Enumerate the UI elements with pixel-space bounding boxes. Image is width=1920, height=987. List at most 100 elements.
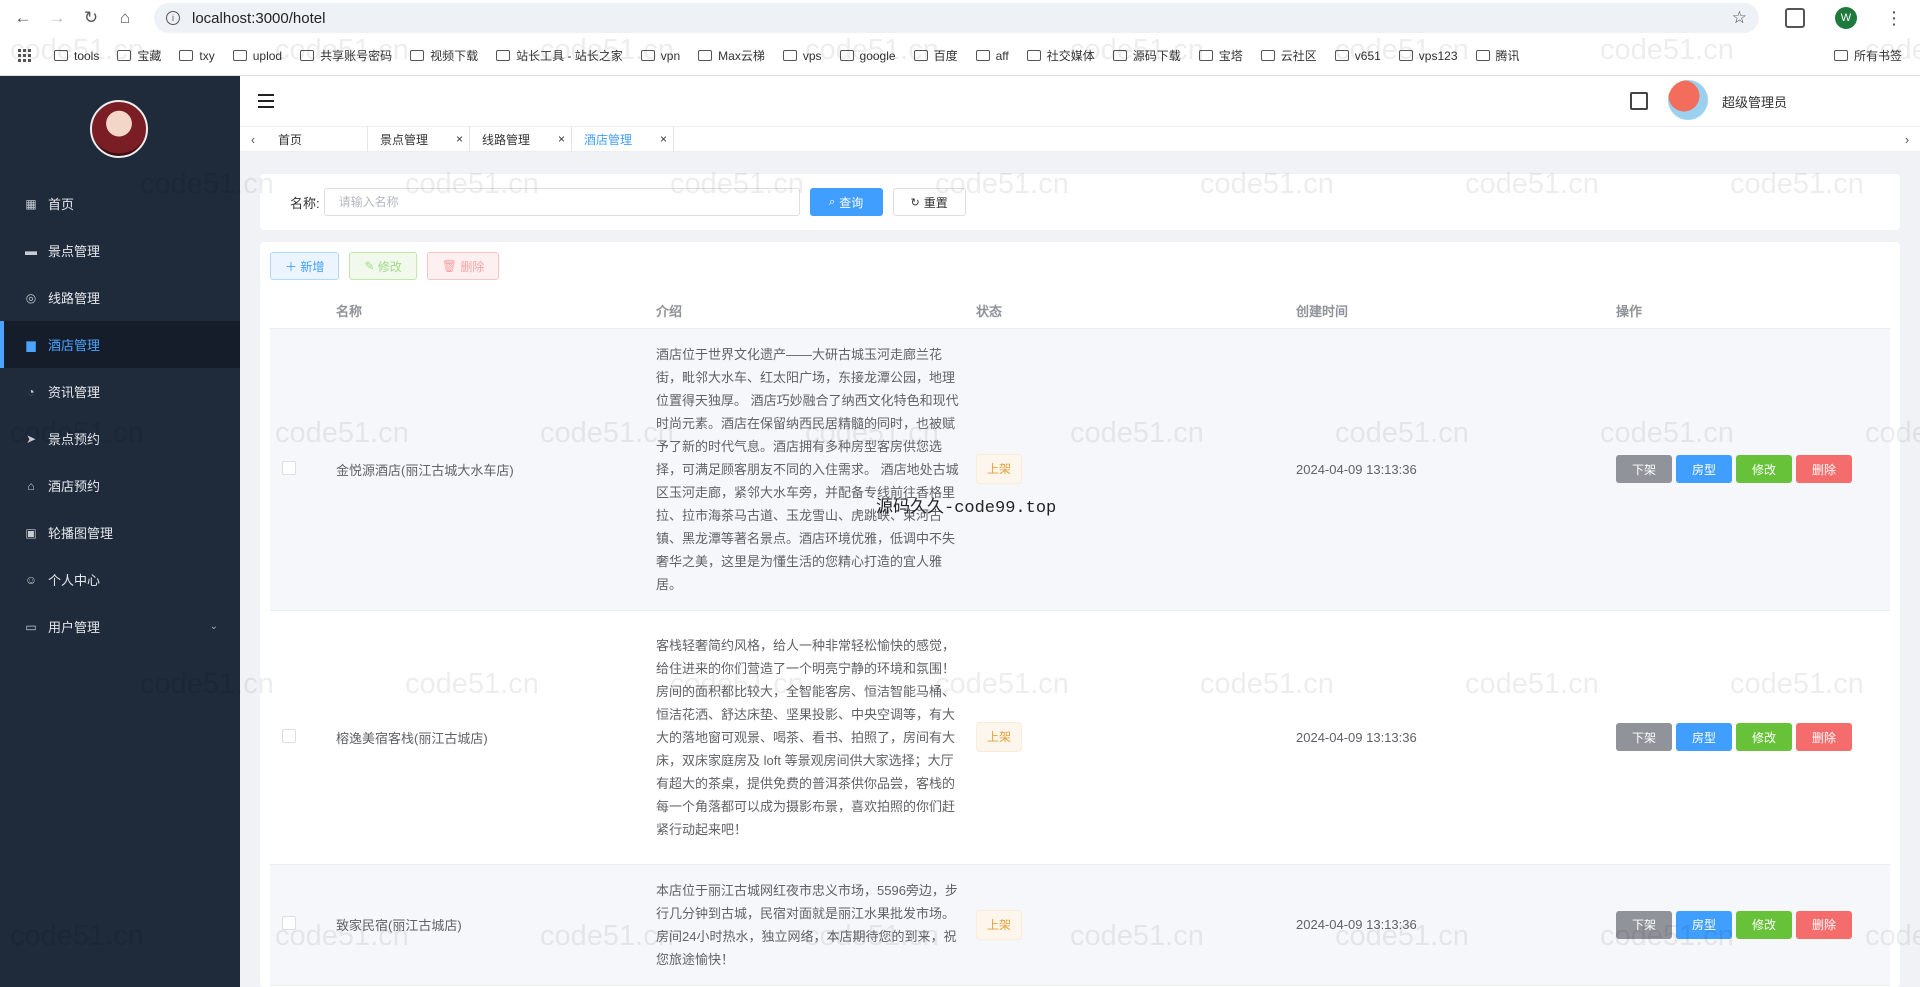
sidebar-item-7[interactable]: ▣ 轮播图管理 [0,509,240,556]
tab-1[interactable]: 景点管理 × [368,126,470,152]
tab-label: 首页 [278,132,303,147]
sidebar-item-8[interactable]: ☺ 个人中心 [0,556,240,603]
bookmark-item[interactable]: 共享账号密码 [300,47,392,64]
row-edit-button[interactable]: 修改 [1736,455,1792,483]
sidebar-item-label: 资讯管理 [48,385,101,400]
bookmark-item[interactable]: vpn [640,49,680,63]
bookmark-label: v651 [1354,48,1381,63]
name-search-input[interactable] [323,188,800,216]
row-delete-button[interactable]: 删除 [1796,723,1852,751]
off-shelf-button[interactable]: 下架 [1616,910,1672,939]
folder-icon [640,50,655,61]
address-bar[interactable]: i localhost:3000/hotel ☆ [154,3,1759,33]
sidebar-item-3[interactable]: ▆ 酒店管理 [0,321,240,368]
folder-icon [1260,50,1275,61]
row-checkbox[interactable] [282,460,296,475]
status-cell: 上架 [964,328,1284,611]
all-bookmarks[interactable]: 所有书签 [1833,47,1902,64]
bookmark-item[interactable]: google [839,48,896,63]
sidebar-item-2[interactable]: ◎ 线路管理 [0,274,240,321]
column-header-status: 状态 [964,294,1284,329]
query-button[interactable]: ⌕ 查询 [809,188,883,216]
add-button[interactable]: ＋ 新增 [270,252,340,280]
bookmark-item[interactable]: 宝藏 [117,47,161,64]
delete-button[interactable]: 🗑 删除 [426,252,500,280]
bookmark-item[interactable]: 百度 [913,47,958,64]
table-row[interactable]: 致家民宿(丽江古城店) 本店位于丽江古城网红夜市忠义市场，5596旁边，步行几分钟… [270,864,1890,986]
hotel-desc: 本店位于丽江古城网红夜市忠义市场，5596旁边，步行几分钟到古城，民宿对面就是丽… [644,864,964,986]
bookmark-item[interactable]: 源码下载 [1112,47,1181,64]
row-checkbox[interactable] [282,916,296,930]
close-icon[interactable]: × [456,132,463,146]
sidebar-item-1[interactable]: ▬ 景点管理 [0,227,240,274]
tab-3[interactable]: 酒店管理 × [572,126,674,152]
reload-icon[interactable]: ↻ [78,5,104,31]
off-shelf-button[interactable]: 下架 [1616,455,1672,483]
sidebar-item-9[interactable]: ▭ 用户管理 ⌄ [0,603,240,650]
bookmark-item[interactable]: uplod [232,49,282,63]
bookmark-item[interactable]: Max云梯 [698,47,765,64]
row-edit-button[interactable]: 修改 [1736,910,1792,939]
bookmark-item[interactable]: 视频下载 [410,47,478,64]
bookmark-item[interactable]: 社交媒体 [1026,47,1095,64]
bookmark-label: 宝塔 [1218,49,1243,63]
room-type-button[interactable]: 房型 [1676,455,1732,483]
table-row[interactable]: 金悦源酒店(丽江古城大水车店) 酒店位于世界文化遗产——大研古城玉河走廊兰花街，毗… [270,328,1890,611]
sidebar-item-0[interactable]: ▦ 首页 [0,180,240,227]
tab-2[interactable]: 线路管理 × [470,126,572,152]
site-info-icon[interactable]: i [166,11,180,25]
bookmark-item[interactable]: 站长工具 - 站长之家 [496,47,623,64]
bookmark-item[interactable]: v651 [1334,48,1381,63]
bookmark-label: google [859,48,896,63]
search-icon: ⌕ [829,195,836,208]
reset-button[interactable]: ↻ 重置 [892,188,966,216]
column-header-name: 名称 [324,294,644,329]
forward-icon[interactable]: → [44,5,70,31]
bookmark-item[interactable]: txy [179,49,215,63]
off-shelf-button[interactable]: 下架 [1616,723,1672,751]
bookmark-item[interactable]: tools [54,49,99,63]
close-icon[interactable]: × [660,132,667,146]
user-avatar[interactable] [1668,80,1708,120]
query-label: 查询 [839,195,864,210]
room-type-button[interactable]: 房型 [1676,910,1732,939]
row-delete-button[interactable]: 删除 [1796,455,1852,483]
row-delete-button[interactable]: 删除 [1796,910,1852,939]
column-header-actions: 操作 [1604,294,1890,329]
profile-avatar[interactable]: W [1835,7,1857,29]
bookmark-item[interactable]: vps [782,49,822,63]
bookmark-item[interactable]: vps123 [1398,49,1458,63]
home-icon[interactable]: ⌂ [112,5,138,31]
bookmark-item[interactable]: 腾讯 [1475,47,1520,64]
folder-icon [179,50,194,61]
user-name[interactable]: 超级管理员 [1722,92,1787,111]
browser-menu-icon[interactable]: ⋮ [1885,8,1903,29]
tab-0[interactable]: 首页 [266,126,368,152]
sidebar-item-5[interactable]: ➤ 景点预约 [0,415,240,462]
apps-grid-icon[interactable] [18,48,32,63]
row-edit-button[interactable]: 修改 [1736,723,1792,751]
bookmark-label: 共享账号密码 [320,49,393,63]
bookmark-star-icon[interactable]: ☆ [1732,8,1747,28]
close-icon[interactable]: × [558,132,565,146]
tabs-scroll-left-icon[interactable]: ‹ [240,132,266,147]
table-row[interactable]: 榕逸美宿客栈(丽江古城店) 客栈轻奢简约风格，给人一种非常轻松愉快的感觉，给住进来… [270,610,1890,865]
bookmark-item[interactable]: 云社区 [1260,47,1317,64]
compass-icon: ◔ [27,384,35,399]
back-icon[interactable]: ← [10,5,36,31]
folder-icon [54,50,68,61]
menu-toggle-icon[interactable] [258,94,274,108]
edit-icon: ✎ [364,259,378,273]
bookmark-item[interactable]: aff [975,49,1009,63]
sidebar-item-6[interactable]: ⌂ 酒店预约 [0,462,240,509]
edit-button[interactable]: ✎ 修改 [349,252,417,280]
created-time: 2024-04-09 13:13:36 [1284,610,1604,865]
room-type-button[interactable]: 房型 [1676,723,1732,751]
bookmark-item[interactable]: 宝塔 [1198,47,1243,64]
row-checkbox[interactable] [282,728,296,743]
sidebar-item-4[interactable]: ◔ 资讯管理 [0,368,240,415]
bookmark-label: 源码下载 [1132,49,1181,63]
tabs-scroll-right-icon[interactable]: › [1894,132,1920,147]
extensions-icon[interactable] [1785,8,1805,28]
fullscreen-icon[interactable] [1630,92,1648,110]
